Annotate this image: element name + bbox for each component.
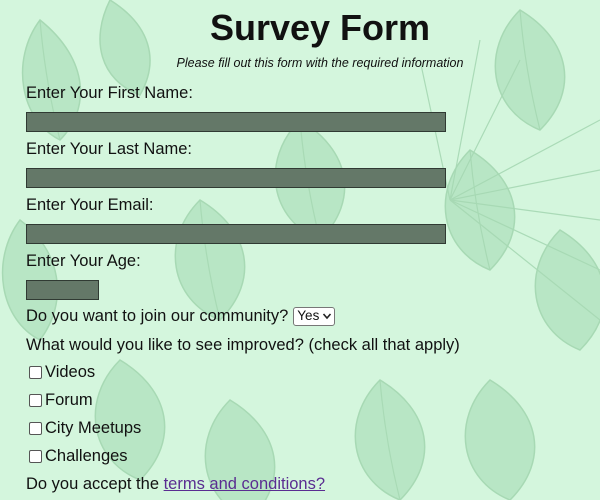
terms-link[interactable]: terms and conditions?	[164, 475, 325, 493]
terms-prefix: Do you accept the	[26, 475, 159, 493]
option-videos[interactable]: Videos	[29, 362, 95, 382]
videos-checkbox[interactable]	[29, 365, 42, 379]
city-meetups-checkbox[interactable]	[29, 421, 42, 435]
first-name-field[interactable]	[26, 112, 446, 132]
forum-checkbox[interactable]	[29, 393, 42, 407]
option-label: Forum	[45, 391, 93, 409]
option-city-meetups[interactable]: City Meetups	[29, 418, 141, 438]
email-field[interactable]	[26, 224, 446, 244]
chevron-down-icon	[323, 313, 332, 320]
option-label: City Meetups	[45, 419, 142, 437]
terms-row: Do you accept the terms and conditions?	[26, 474, 325, 494]
last-name-label: Enter Your Last Name:	[26, 140, 193, 158]
option-challenges[interactable]: Challenges	[29, 446, 128, 466]
page-title: Survey Form	[209, 7, 431, 48]
community-question: Do you want to join our community?	[26, 307, 289, 325]
last-name-field[interactable]	[26, 168, 446, 188]
option-label: Challenges	[45, 447, 128, 465]
option-label: Videos	[45, 363, 96, 381]
survey-form: Survey Form Please fill out this form wi…	[0, 0, 600, 500]
community-select[interactable]: Yes	[293, 306, 336, 326]
first-name-label: Enter Your First Name:	[26, 84, 193, 102]
page-subtitle: Please fill out this form with the requi…	[176, 56, 464, 70]
community-row: Do you want to join our community? Yes	[26, 306, 336, 326]
challenges-checkbox[interactable]	[29, 449, 42, 463]
community-select-value: Yes	[297, 308, 320, 323]
age-label: Enter Your Age:	[26, 252, 141, 270]
age-field[interactable]	[26, 280, 99, 300]
email-label: Enter Your Email:	[26, 196, 154, 214]
improve-question: What would you like to see improved? (ch…	[26, 336, 460, 354]
option-forum[interactable]: Forum	[29, 390, 93, 410]
